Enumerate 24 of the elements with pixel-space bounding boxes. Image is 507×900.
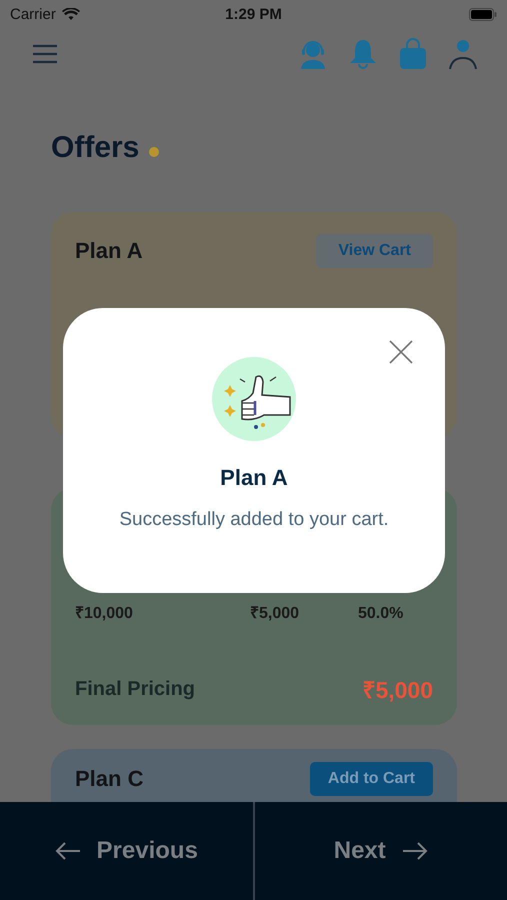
thumbs-up-icon — [212, 357, 296, 441]
dialog-title: Plan A — [220, 465, 288, 492]
page-title: Offers — [51, 131, 140, 165]
plan-name: Plan A — [75, 238, 143, 264]
close-icon[interactable] — [389, 340, 413, 364]
wifi-icon — [62, 8, 80, 20]
clock-time: 1:29 PM — [225, 6, 282, 22]
final-pricing-label: Final Pricing — [75, 678, 196, 700]
price-value: ₹5,000 — [250, 604, 300, 623]
menu-icon[interactable] — [31, 43, 59, 65]
battery-icon — [469, 8, 497, 20]
final-price: ₹5,000 — [362, 676, 433, 705]
user-profile-icon[interactable] — [448, 38, 478, 70]
carrier-name: Carrier — [10, 6, 56, 22]
right-arrow-icon — [402, 841, 428, 861]
previous-button[interactable]: Previous — [0, 802, 252, 900]
price-value: ₹10,000 — [75, 604, 134, 623]
price-value: 50.0% — [358, 605, 404, 623]
add-to-cart-button[interactable]: Add to Cart — [310, 762, 433, 796]
dialog-message: Successfully added to your cart. — [119, 509, 389, 531]
left-arrow-icon — [54, 841, 81, 861]
status-dot — [149, 147, 160, 157]
plan-name: Plan C — [75, 766, 144, 792]
next-button[interactable]: Next — [254, 802, 507, 900]
